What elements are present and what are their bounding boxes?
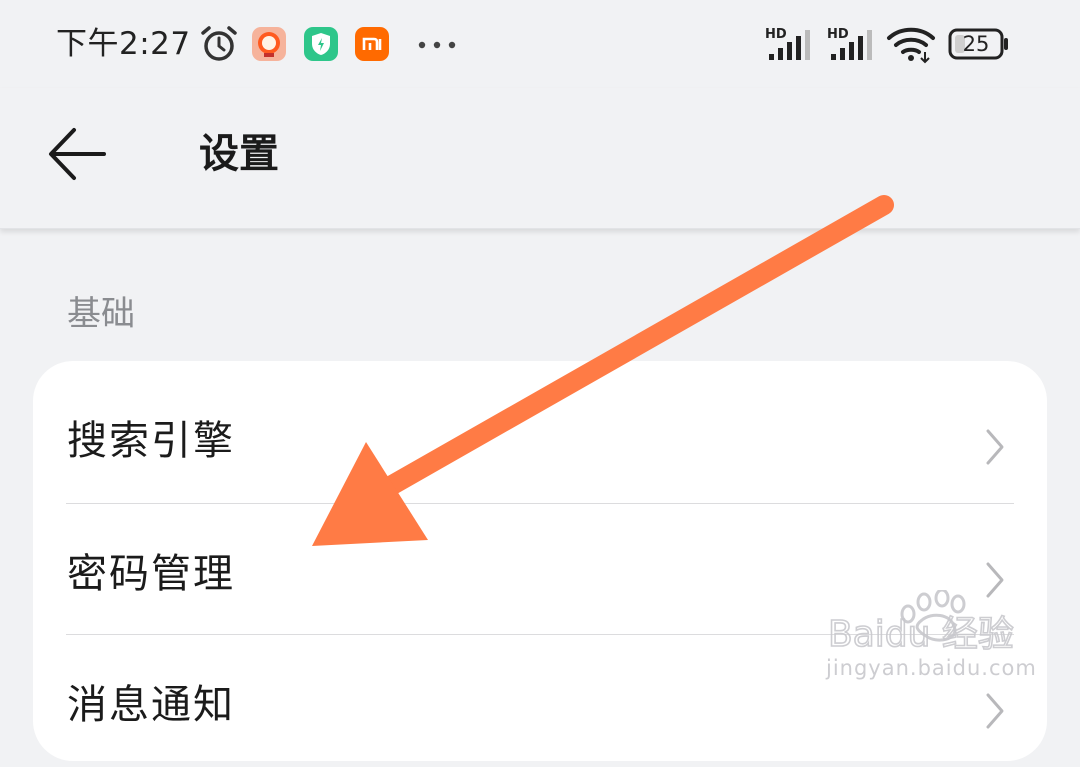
- signal-icon: HD: [827, 27, 872, 60]
- chevron-right-icon: [986, 693, 1004, 729]
- battery-level: 25: [962, 32, 990, 56]
- shield-app-icon: [304, 27, 338, 61]
- page-title: 设置: [199, 131, 279, 177]
- wifi-icon: [887, 27, 935, 64]
- mi-app-icon: [355, 27, 389, 61]
- settings-row-search-engine[interactable]: 搜索引擎: [33, 371, 1047, 503]
- settings-card: 搜索引擎 密码管理 消息通知: [33, 361, 1047, 761]
- row-label: 搜索引擎: [67, 418, 235, 464]
- taobao-app-icon: [252, 27, 286, 61]
- status-time: 下午2:27: [56, 26, 191, 62]
- app-header: 设置: [0, 88, 1080, 229]
- status-bar: 下午2:27 HD HD 25: [0, 0, 1080, 88]
- alarm-icon: [201, 26, 237, 61]
- back-arrow-icon[interactable]: [46, 126, 110, 182]
- section-label: 基础: [67, 294, 135, 334]
- svg-text:Baidu 经验: Baidu 经验: [828, 614, 1014, 655]
- row-label: 消息通知: [67, 682, 235, 728]
- more-dots-icon: [418, 41, 456, 49]
- signal-icon: HD: [765, 27, 810, 60]
- svg-text:HD: HD: [765, 27, 787, 42]
- watermark-url: jingyan.baidu.com: [826, 656, 1037, 680]
- chevron-right-icon: [986, 429, 1004, 465]
- svg-text:HD: HD: [827, 27, 849, 42]
- row-label: 密码管理: [67, 551, 235, 597]
